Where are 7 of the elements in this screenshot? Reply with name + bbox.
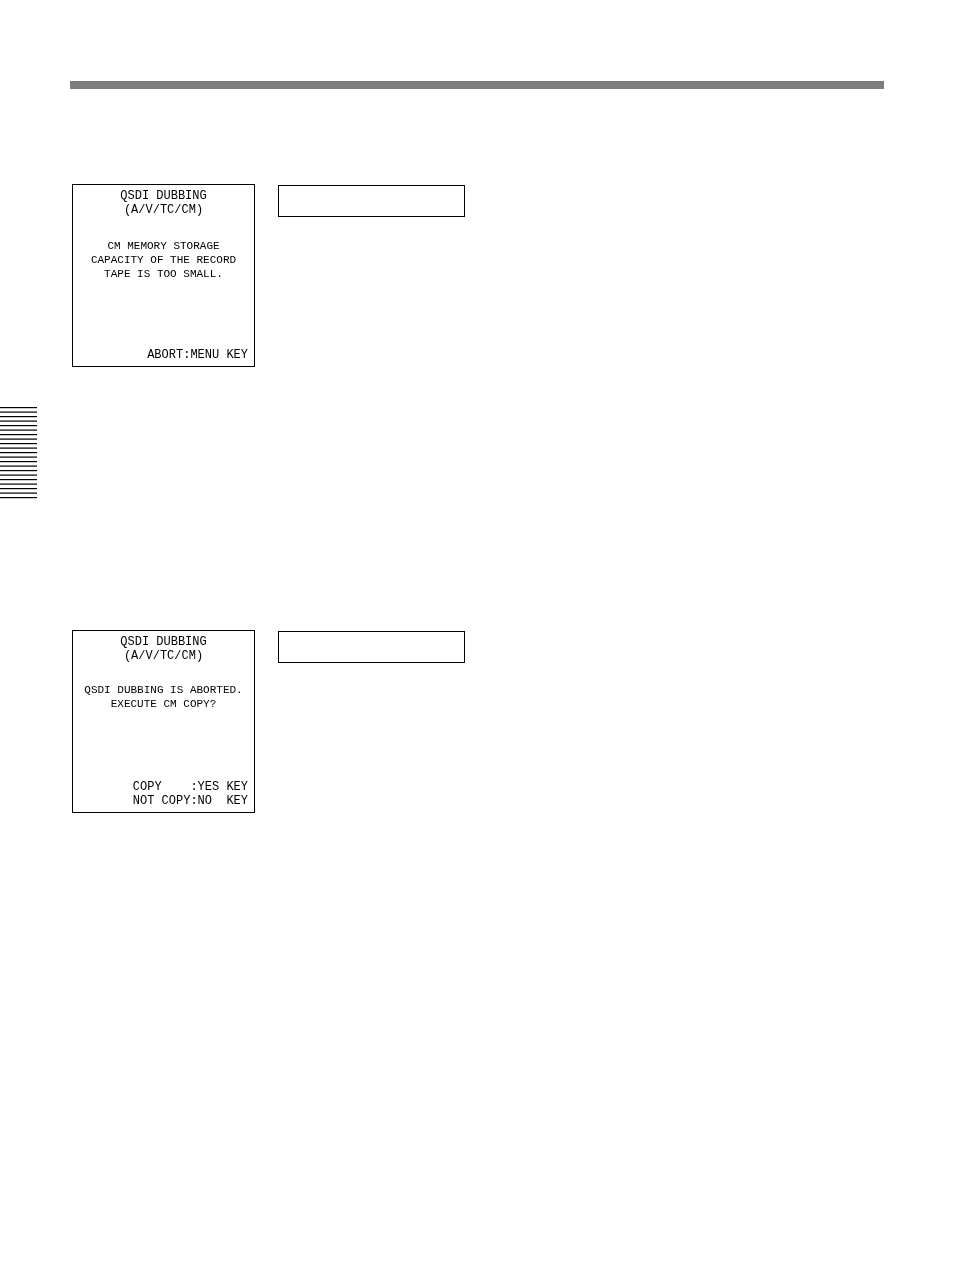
key-prompt: NOT COPY:NO KEY — [132, 794, 249, 808]
screen-title: QSDI DUBBING (A/V/TC/CM) — [119, 635, 208, 663]
screen-message: CM MEMORY STORAGE CAPACITY OF THE RECORD TAPE IS TOO SMALL. — [89, 239, 238, 281]
key-prompt: COPY :YES KEY — [132, 780, 249, 794]
key-prompt: ABORT:MENU KEY — [147, 348, 249, 362]
screen-message: QSDI DUBBING IS ABORTED. EXECUTE CM COPY? — [83, 683, 244, 711]
screen-title: QSDI DUBBING (A/V/TC/CM) — [119, 189, 208, 217]
